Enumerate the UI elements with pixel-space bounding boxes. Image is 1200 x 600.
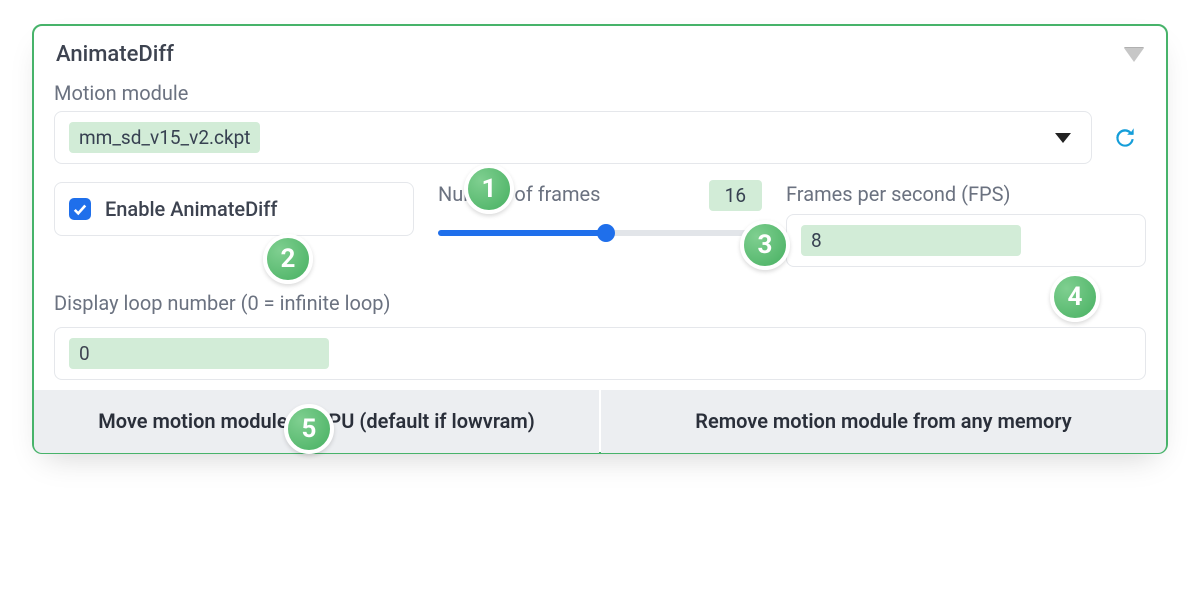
frames-label: Number of frames xyxy=(438,182,600,206)
dropdown-caret-icon xyxy=(1055,133,1071,143)
refresh-button[interactable] xyxy=(1104,111,1146,164)
chevron-down-icon[interactable] xyxy=(1124,48,1144,62)
fps-label: Frames per second (FPS) xyxy=(786,182,1146,206)
loop-input[interactable]: 0 xyxy=(54,327,1146,380)
frames-area: Number of frames 16 xyxy=(438,182,762,241)
panel-header[interactable]: AnimateDiff xyxy=(54,40,1146,75)
motion-module-row: mm_sd_v15_v2.ckpt xyxy=(54,111,1146,164)
enable-animatediff[interactable]: Enable AnimateDiff xyxy=(54,182,414,236)
fps-area: Frames per second (FPS) 8 xyxy=(786,182,1146,267)
loop-value: 0 xyxy=(69,338,329,369)
enable-checkbox[interactable] xyxy=(69,198,91,220)
frames-slider[interactable] xyxy=(438,225,762,241)
loop-row: Display loop number (0 = infinite loop) … xyxy=(54,285,1146,380)
animatediff-panel: AnimateDiff Motion module mm_sd_v15_v2.c… xyxy=(32,24,1168,454)
enable-label: Enable AnimateDiff xyxy=(105,197,277,221)
motion-module-select[interactable]: mm_sd_v15_v2.ckpt xyxy=(54,111,1092,164)
check-icon xyxy=(73,202,87,216)
remove-memory-button[interactable]: Remove motion module from any memory xyxy=(601,390,1166,453)
panel-title: AnimateDiff xyxy=(56,42,174,67)
frames-value[interactable]: 16 xyxy=(709,180,762,211)
fps-input[interactable]: 8 xyxy=(786,214,1146,267)
controls-row: Enable AnimateDiff Number of frames 16 F… xyxy=(54,182,1146,267)
move-to-cpu-button[interactable]: Move motion module to CPU (default if lo… xyxy=(34,390,599,453)
fps-value: 8 xyxy=(801,225,1021,256)
motion-module-value: mm_sd_v15_v2.ckpt xyxy=(69,122,260,153)
refresh-icon xyxy=(1112,125,1138,151)
loop-label: Display loop number (0 = infinite loop) xyxy=(54,291,1146,315)
frames-header: Number of frames 16 xyxy=(438,182,762,211)
slider-fill xyxy=(438,230,606,236)
action-buttons: Move motion module to CPU (default if lo… xyxy=(34,390,1166,453)
motion-module-label: Motion module xyxy=(54,81,1146,105)
slider-thumb[interactable] xyxy=(597,224,615,242)
